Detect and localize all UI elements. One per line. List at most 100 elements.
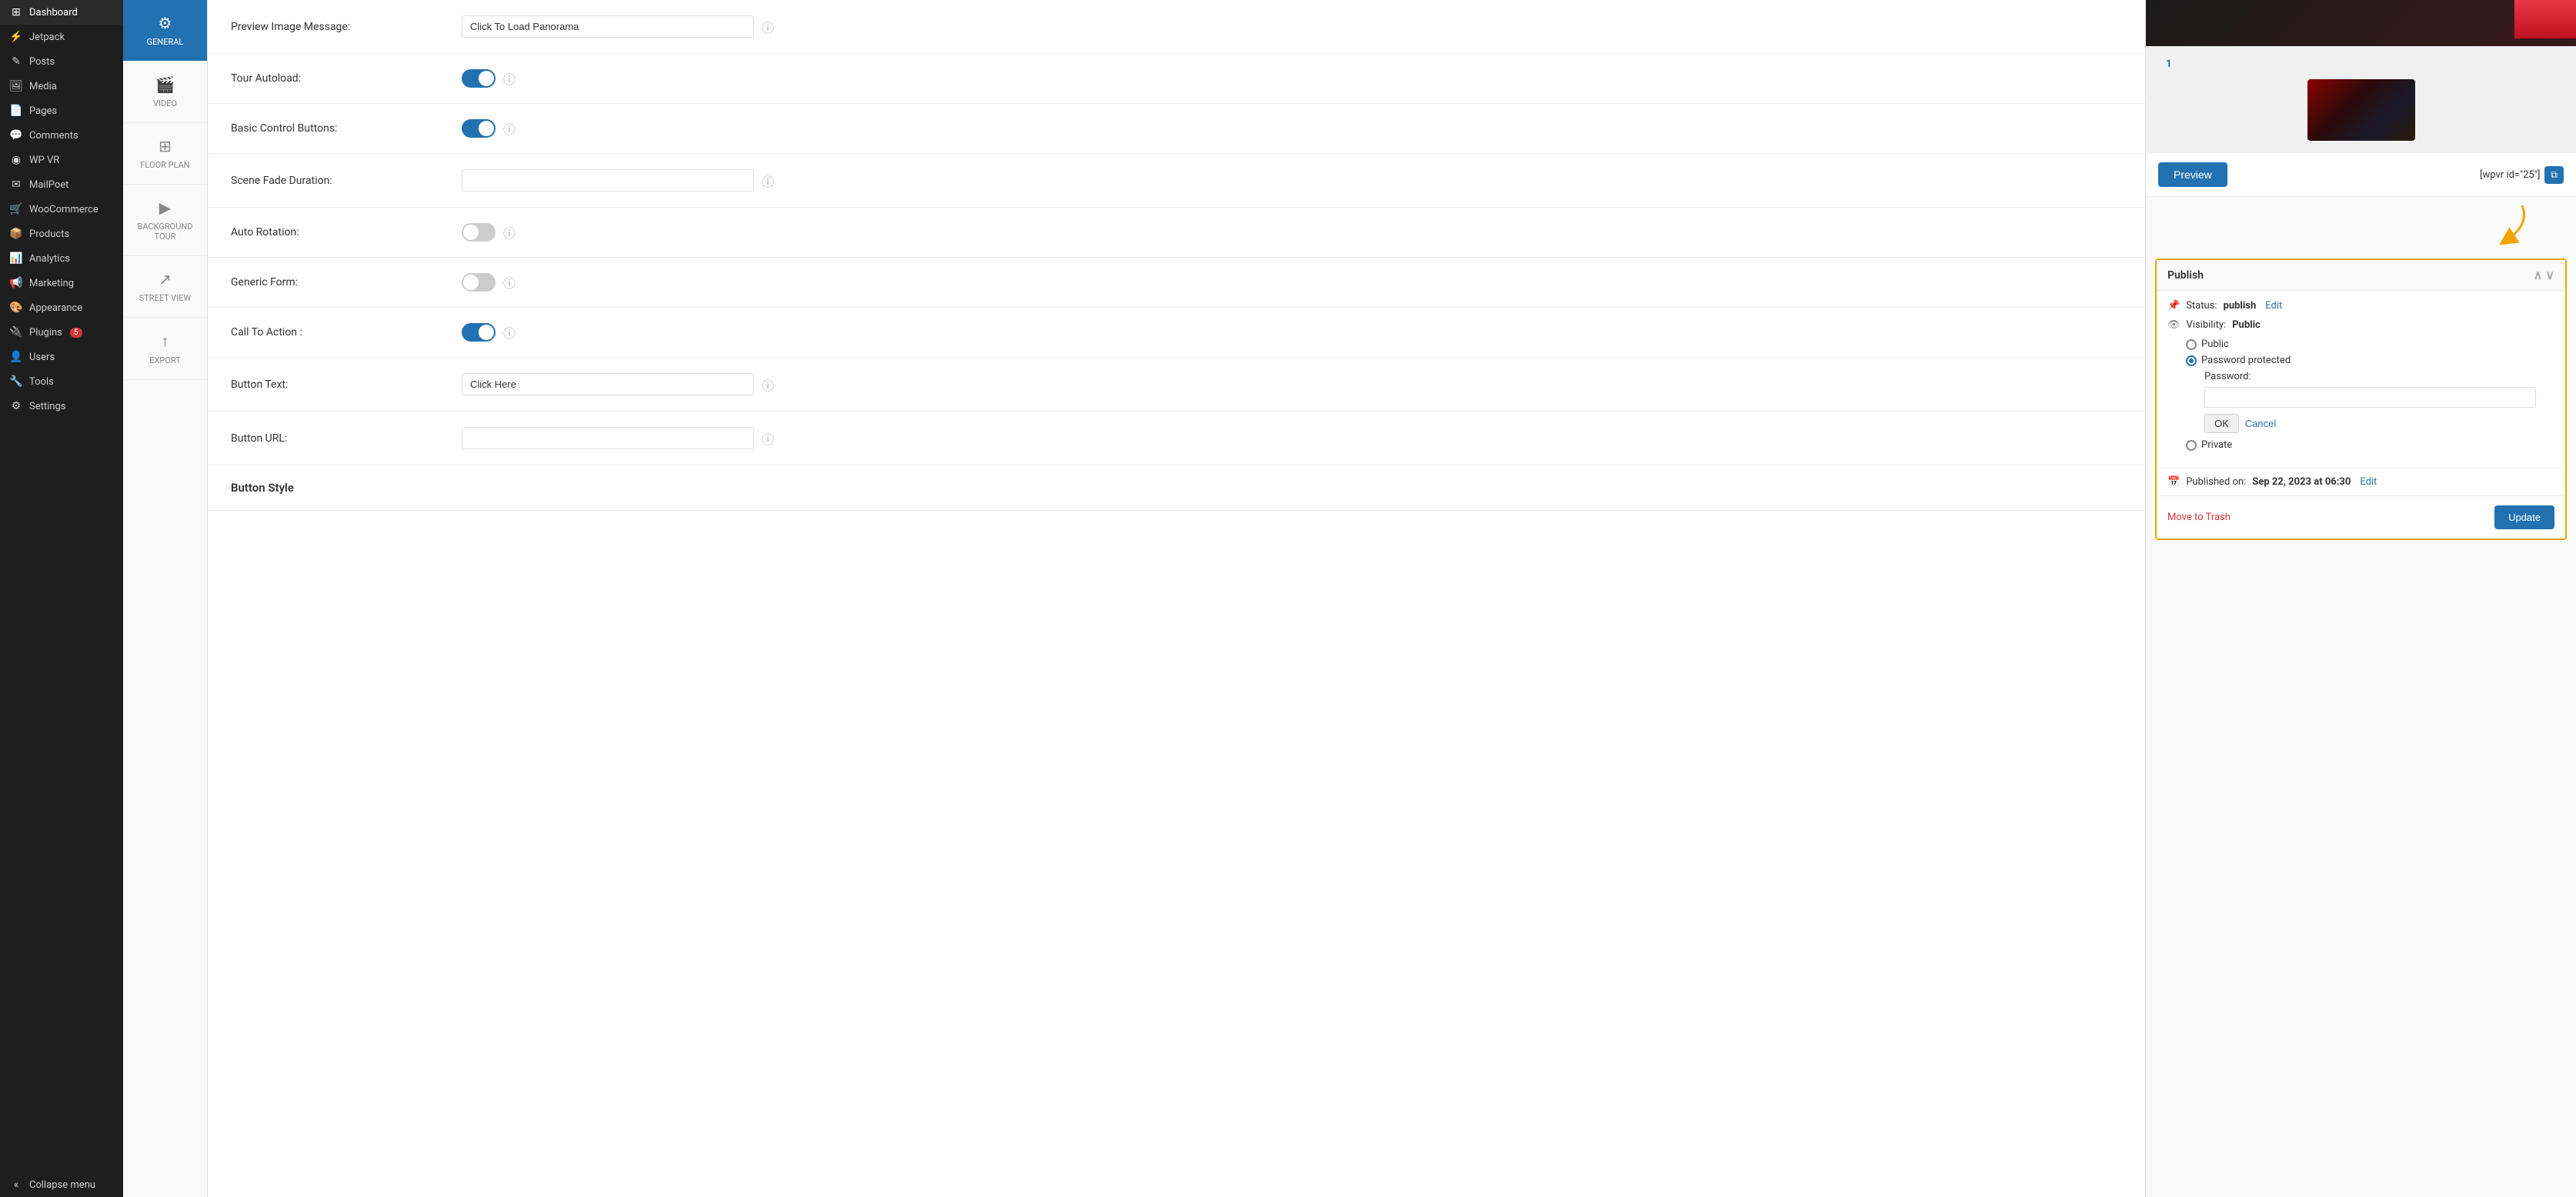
- info-icon-basic_control_buttons[interactable]: ⓘ: [503, 119, 516, 138]
- field-label-button_style: Button Style: [231, 481, 462, 495]
- sidebar-item-media[interactable]: 🖼 Media: [0, 74, 123, 98]
- sidebar-item-settings[interactable]: ⚙ Settings: [0, 394, 123, 418]
- publish-footer: Move to Trash Update: [2157, 495, 2565, 538]
- form-section-button_url: Button URL: ⓘ: [208, 412, 2145, 465]
- sidebar-item-wp-vr[interactable]: ◉ WP VR: [0, 148, 123, 172]
- published-on-edit-link[interactable]: Edit: [2360, 476, 2377, 488]
- background_tour-tab-icon: ▶: [159, 198, 171, 217]
- sub-sidebar: ⚙ GENERAL 🎬 VIDEO ⊞ FLOOR PLAN ▶ BACKGRO…: [123, 0, 208, 1197]
- toggle-track-basic_control_buttons: [462, 119, 496, 138]
- form-section-scene_fade_duration: Scene Fade Duration: ⓘ: [208, 154, 2145, 208]
- scene-number: 1: [2166, 58, 2171, 70]
- info-icon-auto_rotation[interactable]: ⓘ: [503, 223, 516, 242]
- sidebar: ⊞ Dashboard ⚡ Jetpack ✎ Posts 🖼 Media 📄 …: [0, 0, 123, 1197]
- general-tab-icon: ⚙: [158, 14, 172, 32]
- sidebar-item-products[interactable]: 📦 Products: [0, 222, 123, 246]
- main-content: Preview Image Message: ⓘ Tour Autoload: …: [208, 0, 2145, 1197]
- info-icon-call_to_action[interactable]: ⓘ: [503, 323, 516, 342]
- sub-tab-floor_plan[interactable]: ⊞ FLOOR PLAN: [123, 123, 207, 185]
- sidebar-item-comments[interactable]: 💬 Comments: [0, 123, 123, 148]
- sidebar-item-marketing[interactable]: 📢 Marketing: [0, 271, 123, 295]
- sub-tab-export[interactable]: ↑ EXPORT: [123, 318, 207, 380]
- marketing-icon: 📢: [9, 277, 23, 289]
- toggle-basic_control_buttons[interactable]: [462, 119, 496, 138]
- toggle-track-tour_autoload: [462, 69, 496, 88]
- control-area-preview_image_message: ⓘ: [462, 15, 2122, 38]
- visibility-value: Public: [2232, 319, 2261, 331]
- wp-vr-icon: ◉: [9, 154, 23, 166]
- sidebar-item-pages[interactable]: 📄 Pages: [0, 98, 123, 123]
- collapse-icon: «: [9, 1179, 23, 1191]
- sub-tab-street_view[interactable]: ↗ STREET VIEW: [123, 256, 207, 318]
- sub-tab-general[interactable]: ⚙ GENERAL: [123, 0, 207, 62]
- toggle-generic_form[interactable]: [462, 273, 496, 292]
- radio-password-protected: [2186, 355, 2197, 366]
- sub-tab-background_tour[interactable]: ▶ BACKGROUND TOUR: [123, 185, 207, 256]
- sidebar-label-pages: Pages: [29, 105, 57, 117]
- option-public-label: Public: [2201, 338, 2229, 350]
- export-tab-label: EXPORT: [149, 355, 181, 365]
- toggle-tour_autoload[interactable]: [462, 69, 496, 88]
- field-label-generic_form: Generic Form:: [231, 276, 462, 288]
- sub-tab-video[interactable]: 🎬 VIDEO: [123, 62, 207, 123]
- sidebar-item-users[interactable]: 👤 Users: [0, 345, 123, 369]
- option-private[interactable]: Private: [2186, 439, 2554, 451]
- sidebar-label-dashboard: Dashboard: [29, 7, 78, 18]
- input-scene_fade_duration[interactable]: [462, 169, 754, 192]
- option-password-protected[interactable]: Password protected: [2186, 355, 2554, 366]
- option-private-label: Private: [2201, 439, 2232, 451]
- ok-button[interactable]: OK: [2204, 414, 2239, 433]
- password-input[interactable]: [2204, 387, 2536, 408]
- info-icon-tour_autoload[interactable]: ⓘ: [503, 69, 516, 88]
- sidebar-nav: ⊞ Dashboard ⚡ Jetpack ✎ Posts 🖼 Media 📄 …: [0, 0, 123, 418]
- sidebar-item-jetpack[interactable]: ⚡ Jetpack: [0, 25, 123, 49]
- collapse-label: Collapse menu: [29, 1179, 95, 1191]
- toggle-auto_rotation[interactable]: [462, 223, 496, 242]
- street_view-tab-label: STREET VIEW: [139, 293, 192, 303]
- sidebar-item-dashboard[interactable]: ⊞ Dashboard: [0, 0, 123, 25]
- visibility-row: 👁 Visibility: Public: [2167, 319, 2554, 331]
- publish-body: 📌 Status: publish Edit 👁 Visibility: Pub…: [2157, 291, 2565, 468]
- sidebar-item-plugins[interactable]: 🔌 Plugins 5: [0, 320, 123, 345]
- input-preview_image_message[interactable]: [462, 15, 754, 38]
- background_tour-tab-label: BACKGROUND TOUR: [129, 222, 201, 242]
- status-row: 📌 Status: publish Edit: [2167, 300, 2554, 312]
- info-icon-button_text[interactable]: ⓘ: [762, 375, 774, 394]
- info-icon-button_url[interactable]: ⓘ: [762, 429, 774, 448]
- move-to-trash-link[interactable]: Move to Trash: [2167, 512, 2231, 523]
- input-button_text[interactable]: [462, 373, 754, 395]
- dashboard-icon: ⊞: [9, 6, 23, 18]
- export-tab-icon: ↑: [162, 332, 169, 351]
- info-icon-preview_image_message[interactable]: ⓘ: [762, 18, 774, 36]
- update-button[interactable]: Update: [2494, 505, 2554, 529]
- collapse-menu-item[interactable]: « Collapse menu: [0, 1172, 123, 1197]
- info-icon-scene_fade_duration[interactable]: ⓘ: [762, 172, 774, 190]
- sidebar-item-posts[interactable]: ✎ Posts: [0, 49, 123, 74]
- copy-shortcode-button[interactable]: ⧉: [2544, 166, 2564, 184]
- field-label-call_to_action: Call To Action :: [231, 326, 462, 338]
- status-value: publish: [2224, 300, 2257, 312]
- cancel-button[interactable]: Cancel: [2245, 414, 2276, 433]
- sidebar-item-woocommerce[interactable]: 🛒 WooCommerce: [0, 197, 123, 222]
- status-edit-link[interactable]: Edit: [2265, 300, 2282, 312]
- visibility-icon: 👁: [2167, 319, 2181, 331]
- comments-icon: 💬: [9, 129, 23, 142]
- sidebar-item-mailpoet[interactable]: ✉ MailPoet: [0, 172, 123, 197]
- sidebar-label-users: Users: [29, 352, 55, 363]
- sidebar-item-tools[interactable]: 🔧 Tools: [0, 369, 123, 394]
- preview-button[interactable]: Preview: [2158, 162, 2227, 187]
- info-icon-generic_form[interactable]: ⓘ: [503, 273, 516, 292]
- toggle-call_to_action[interactable]: [462, 323, 496, 342]
- status-label: Status:: [2186, 300, 2217, 312]
- analytics-icon: 📊: [9, 252, 23, 265]
- sidebar-item-appearance[interactable]: 🎨 Appearance: [0, 295, 123, 320]
- sidebar-item-analytics[interactable]: 📊 Analytics: [0, 246, 123, 271]
- publish-collapse-down-icon[interactable]: ∨: [2545, 268, 2554, 282]
- option-password-protected-label: Password protected: [2201, 355, 2291, 366]
- publish-date-row: 📅 Published on: Sep 22, 2023 at 06:30 Ed…: [2157, 468, 2565, 495]
- video-tab-label: VIDEO: [153, 98, 177, 108]
- sidebar-label-wp-vr: WP VR: [29, 155, 59, 166]
- option-public[interactable]: Public: [2186, 338, 2554, 350]
- publish-collapse-up-icon[interactable]: ∧: [2534, 268, 2543, 282]
- input-button_url[interactable]: [462, 427, 754, 449]
